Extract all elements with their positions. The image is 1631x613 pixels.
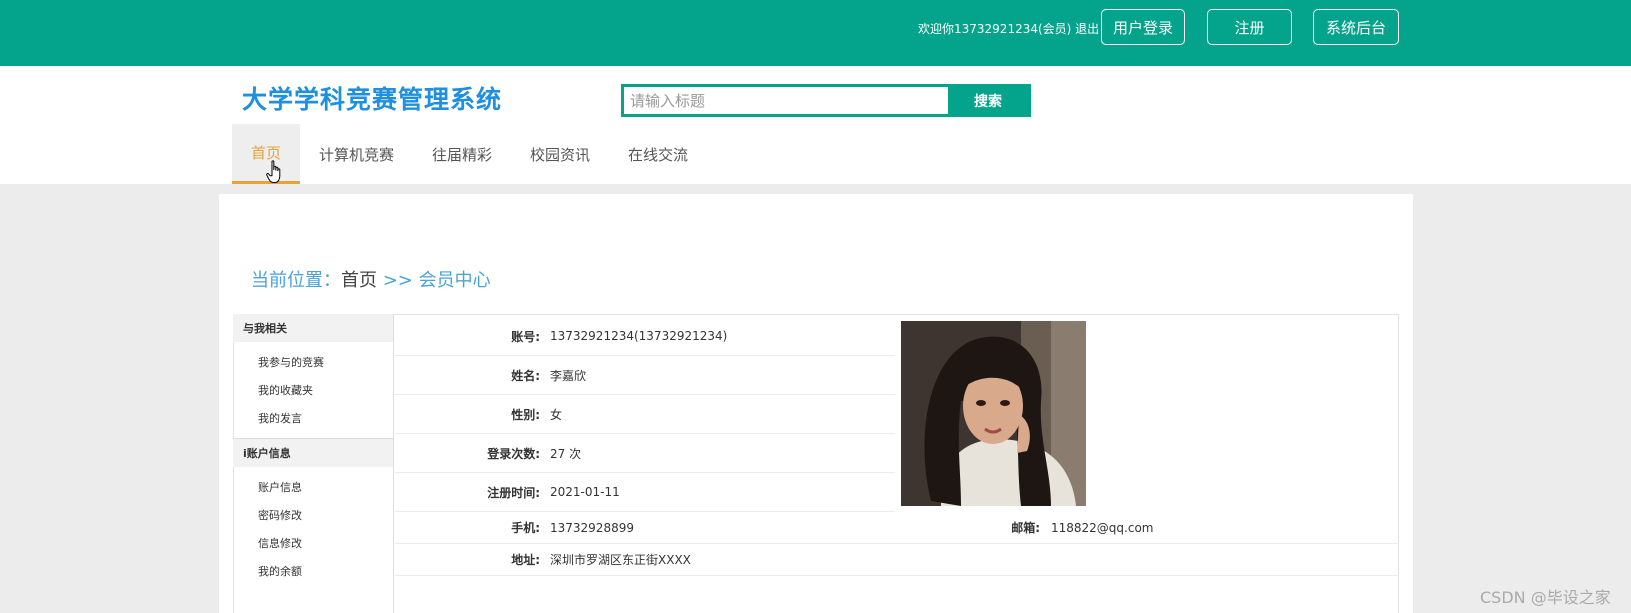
phone-label: 手机: [511,521,540,535]
gender-value: 女 [550,407,563,422]
breadcrumb-home[interactable]: 首页 [341,270,377,291]
logins-value: 27 次 [550,446,582,461]
profile-row-address: 地址: 深圳市罗湖区东正街XXXX [395,544,1398,576]
nav-online-chat[interactable]: 在线交流 [609,124,707,184]
nav-campus-news[interactable]: 校园资讯 [511,124,609,184]
sidebar-item-edit-info[interactable]: 信息修改 [233,529,393,557]
account-value: 13732921234(13732921234) [550,329,728,343]
profile-row-logins: 登录次数: 27 次 [395,434,895,473]
email-label: 邮箱: [1011,521,1040,535]
logins-label: 登录次数: [487,446,540,461]
sidebar-group-related: 与我相关 [233,314,393,342]
sidebar-item-my-favorites[interactable]: 我的收藏夹 [233,376,393,404]
user-login-button[interactable]: 用户登录 [1101,9,1185,45]
name-value: 李嘉欣 [550,368,587,383]
breadcrumb-prefix: 当前位置： [251,270,341,291]
main-nav: 首页 计算机竞赛 往届精彩 校园资讯 在线交流 [232,124,707,184]
account-label: 账号: [511,329,540,344]
gender-label: 性别: [511,407,540,422]
register-button[interactable]: 注册 [1207,9,1292,45]
profile-row-account: 账号: 13732921234(13732921234) [395,317,895,356]
sidebar-item-my-posts[interactable]: 我的发言 [233,404,393,432]
site-title: 大学学科竞赛管理系统 [242,85,503,114]
hand-cursor-icon [266,160,281,183]
email-value: 118822@qq.com [1051,520,1154,535]
breadcrumb-current: 会员中心 [418,270,491,291]
member-sidebar: 与我相关 我参与的竞赛 我的收藏夹 我的发言 i 账户信息 账户信息 密码修改 信… [233,314,394,613]
sidebar-item-change-password[interactable]: 密码修改 [233,501,393,529]
address-label: 地址: [511,553,540,567]
breadcrumb-separator: >> [377,270,419,291]
nav-past-highlights[interactable]: 往届精彩 [413,124,511,184]
search-box: 搜索 [621,84,1031,117]
search-input[interactable] [624,87,948,114]
nav-computer-contest[interactable]: 计算机竞赛 [300,124,413,184]
phone-value: 13732928899 [550,520,634,535]
search-button[interactable]: 搜索 [948,87,1028,114]
register-label: 注册时间: [487,485,540,500]
register-value: 2021-01-11 [550,485,620,499]
breadcrumb: 当前位置：首页 >> 会员中心 [251,266,491,292]
sidebar-item-account-info[interactable]: 账户信息 [233,473,393,501]
sidebar-item-my-balance[interactable]: 我的余额 [233,557,393,585]
header: 大学学科竞赛管理系统 搜索 首页 计算机竞赛 往届精彩 校园资讯 在线交流 [0,66,1631,184]
watermark: CSDN @毕设之家 [1480,588,1611,607]
admin-backend-button[interactable]: 系统后台 [1313,9,1399,45]
sidebar-item-my-contests[interactable]: 我参与的竞赛 [233,348,393,376]
profile-row-register: 注册时间: 2021-01-11 [395,473,895,512]
address-value: 深圳市罗湖区东正街XXXX [550,553,691,567]
sidebar-group-account: i 账户信息 [233,439,393,467]
top-bar: 欢迎你13732921234(会员) 退出 用户登录 注册 系统后台 [0,0,1631,66]
avatar-photo [901,321,1086,506]
profile-row-name: 姓名: 李嘉欣 [395,356,895,395]
welcome-text[interactable]: 欢迎你13732921234(会员) 退出 [918,20,1099,37]
profile-row-gender: 性别: 女 [395,395,895,434]
name-label: 姓名: [511,368,540,383]
profile-row-contact: 手机: 13732928899 邮箱: 118822@qq.com [395,512,1398,544]
